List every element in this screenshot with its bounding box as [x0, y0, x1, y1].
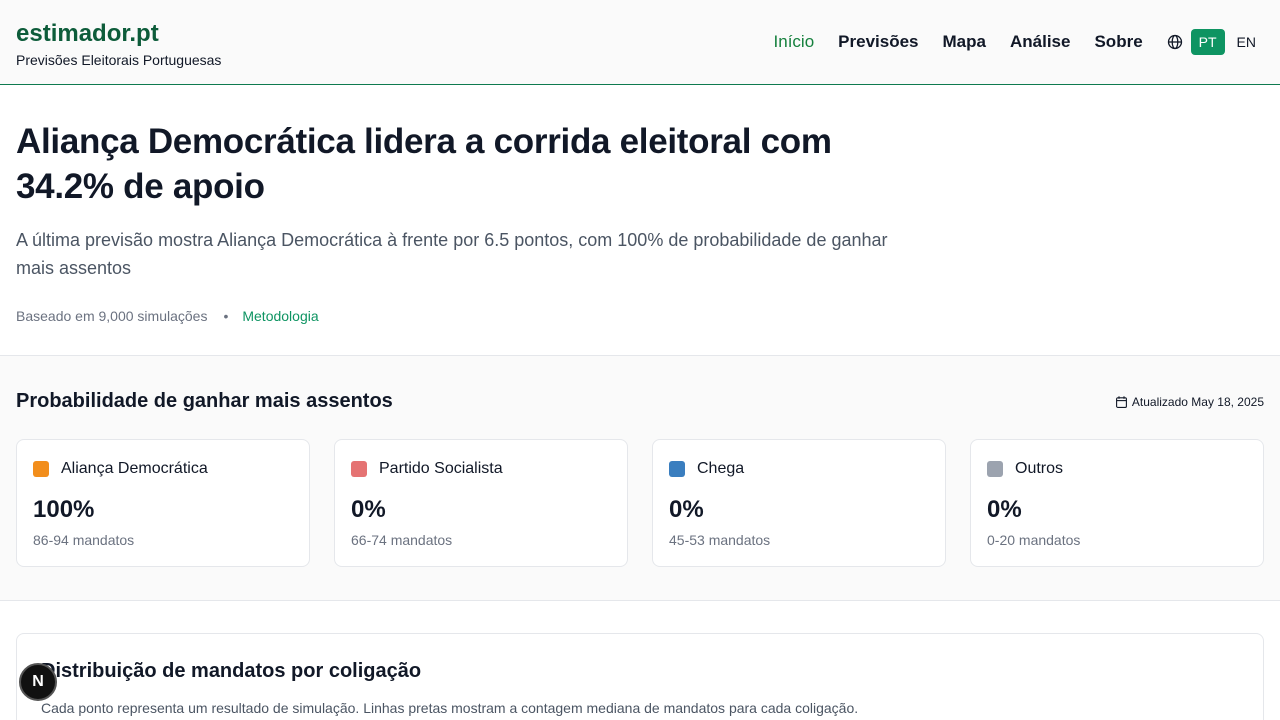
nav-analise[interactable]: Análise: [1010, 32, 1070, 52]
globe-icon: [1167, 34, 1183, 50]
party-card-ad: Aliança Democrática 100% 86-94 mandatos: [16, 439, 310, 567]
calendar-icon: [1115, 395, 1127, 408]
party-color-swatch: [987, 461, 1003, 477]
lang-en-button[interactable]: EN: [1229, 29, 1264, 55]
hero-meta: Baseado em 9,000 simulações • Metodologi…: [16, 308, 1264, 324]
simulations-count: Baseado em 9,000 simulações: [16, 308, 208, 324]
party-name: Partido Socialista: [379, 460, 503, 477]
probability-section: Probabilidade de ganhar mais assentos At…: [0, 356, 1280, 601]
party-probability: 0%: [987, 496, 1022, 523]
updated-text: Atualizado May 18, 2025: [1131, 394, 1264, 409]
hero-section: Aliança Democrática lidera a corrida ele…: [0, 85, 1280, 356]
brand-title[interactable]: estimador.pt: [16, 20, 221, 48]
party-seat-range: 86-94 mandatos: [33, 532, 135, 548]
party-seat-range: 45-53 mandatos: [669, 532, 771, 548]
party-name: Chega: [697, 460, 745, 477]
hero-title: Aliança Democrática lidera a corrida ele…: [16, 122, 832, 206]
party-name: Aliança Democrática: [61, 460, 208, 477]
party-color-swatch: [669, 461, 685, 477]
party-card-chega: Chega 0% 45-53 mandatos: [652, 439, 946, 567]
party-probability: 0%: [669, 496, 704, 523]
distribution-description: Cada ponto representa um resultado de si…: [41, 700, 859, 716]
nav-mapa[interactable]: Mapa: [943, 32, 986, 52]
party-card-outros: Outros 0% 0-20 mandatos: [970, 439, 1264, 567]
floating-action-button[interactable]: N: [19, 663, 57, 701]
party-name: Outros: [1015, 460, 1064, 477]
seat-distribution-section: Distribuição de mandatos por coligação C…: [16, 633, 1264, 720]
site-header: estimador.pt Previsões Eleitorais Portug…: [0, 0, 1280, 85]
meta-separator: •: [223, 308, 229, 324]
lang-pt-button[interactable]: PT: [1190, 29, 1225, 55]
probability-title: Probabilidade de ganhar mais assentos: [16, 390, 393, 412]
party-card-ps: Partido Socialista 0% 66-74 mandatos: [334, 439, 628, 567]
probability-cards: Aliança Democrática 100% 86-94 mandatos …: [16, 439, 1264, 567]
party-probability: 0%: [351, 496, 386, 523]
brand[interactable]: estimador.pt Previsões Eleitorais Portug…: [16, 16, 221, 68]
methodology-link[interactable]: Metodologia: [242, 308, 318, 324]
party-probability: 100%: [33, 496, 95, 523]
main-nav: Início Previsões Mapa Análise Sobre PT E…: [750, 29, 1264, 55]
distribution-title: Distribuição de mandatos por coligação: [41, 660, 422, 682]
updated-date: Atualizado May 18, 2025: [1115, 394, 1264, 409]
hero-subtitle: A última previsão mostra Aliança Democrá…: [16, 230, 888, 278]
party-seat-range: 0-20 mandatos: [987, 532, 1081, 548]
probability-header: Probabilidade de ganhar mais assentos At…: [16, 390, 1264, 413]
nav-previsoes[interactable]: Previsões: [838, 32, 918, 52]
party-color-swatch: [351, 461, 367, 477]
brand-tagline: Previsões Eleitorais Portuguesas: [16, 52, 222, 68]
party-seat-range: 66-74 mandatos: [351, 532, 453, 548]
nav-inicio[interactable]: Início: [774, 32, 815, 52]
party-color-swatch: [33, 461, 49, 477]
language-switcher: PT EN: [1167, 29, 1264, 55]
nav-sobre[interactable]: Sobre: [1094, 32, 1142, 52]
